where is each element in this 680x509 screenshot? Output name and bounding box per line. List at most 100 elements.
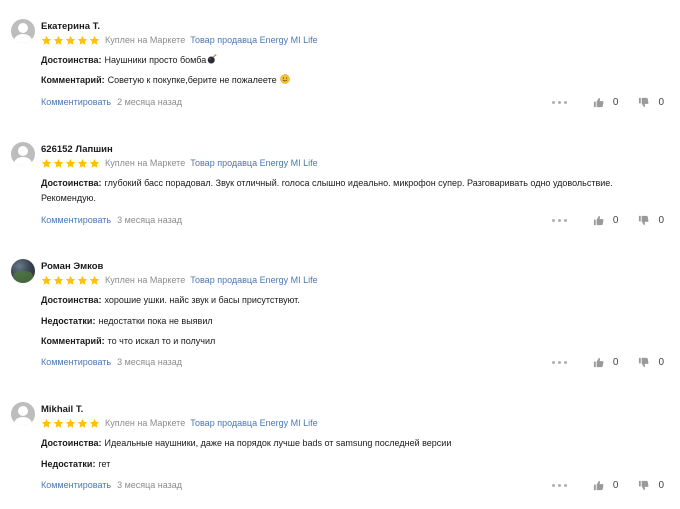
review-actions: Комментировать 3 месяца назад: [41, 479, 182, 491]
like-button[interactable]: 0: [593, 96, 619, 108]
vote-tools: 0 0: [551, 356, 664, 368]
bought-on-market-label: Куплен на Маркете: [105, 35, 186, 45]
bomb-emoji-icon: [207, 54, 217, 64]
comment-button[interactable]: Комментировать: [41, 97, 111, 107]
vote-tools: 0 0: [551, 214, 664, 226]
thumbs-up-icon: [593, 357, 604, 367]
pros-text: глубокий басс порадовал. Звук отличный. …: [41, 178, 613, 203]
cons-text: гет: [98, 459, 111, 469]
review-comment: Комментарий: Советую к покупке,берите не …: [41, 73, 641, 87]
review-pros: Достоинства: Идеальные наушники, даже на …: [41, 436, 641, 450]
review-comment: Комментарий: то что искал то и получил: [41, 334, 641, 348]
pros-text: Наушники просто бомба: [104, 55, 207, 65]
comment-button[interactable]: Комментировать: [41, 357, 111, 367]
star-icon: [89, 35, 100, 45]
review-date: 3 месяца назад: [117, 357, 183, 367]
star-icon: [77, 275, 88, 285]
review-actions: Комментировать 2 месяца назад: [41, 96, 182, 108]
thumbs-up-icon: [593, 97, 604, 107]
review-cons: Недостатки: гет: [41, 457, 641, 471]
star-icon: [53, 418, 64, 428]
pros-label: Достоинства:: [41, 55, 102, 65]
thumbs-down-icon: [639, 480, 649, 490]
like-button[interactable]: 0: [593, 480, 618, 491]
dislike-count: 0: [658, 479, 664, 491]
seller-link[interactable]: Товар продавца Energy MI Life: [190, 275, 317, 285]
avatar[interactable]: [11, 259, 35, 283]
dislike-button[interactable]: 0: [638, 215, 664, 226]
avatar[interactable]: [11, 142, 35, 166]
avatar[interactable]: [11, 402, 35, 426]
like-count: 0: [612, 96, 619, 108]
review-actions: Комментировать 3 месяца назад: [41, 214, 182, 226]
more-options-icon[interactable]: [551, 218, 567, 222]
review-actions: Комментировать 3 месяца назад: [41, 356, 182, 368]
thumbs-down-icon: [639, 215, 649, 225]
more-options-icon[interactable]: [551, 360, 567, 364]
star-icon: [53, 275, 64, 285]
pros-text: Идеальные наушники, даже на порядок лучш…: [104, 438, 452, 448]
like-count: 0: [612, 356, 619, 368]
review-card: Mikhail T. Куплен на Маркете Товар прода…: [0, 402, 680, 497]
bought-on-market-label: Куплен на Маркете: [105, 275, 186, 285]
comment-text: то что искал то и получил: [107, 336, 216, 346]
star-icon: [41, 35, 52, 45]
review-pros: Достоинства: хорошие ушки. найс звук и ба…: [41, 293, 641, 307]
seller-link[interactable]: Товар продавца Energy MI Life: [190, 158, 317, 168]
cons-label: Недостатки:: [41, 459, 96, 469]
review-author[interactable]: Екатерина Т.: [41, 21, 100, 32]
dislike-button[interactable]: 0: [638, 97, 664, 108]
cons-label: Недостатки:: [41, 316, 96, 326]
like-button[interactable]: 0: [593, 214, 619, 226]
review-meta: Куплен на Маркете Товар продавца Energy …: [41, 157, 318, 169]
cons-text: недостатки пока не выявил: [98, 316, 213, 326]
vote-tools: 0 0: [551, 479, 664, 491]
thumbs-up-icon: [593, 480, 604, 490]
avatar[interactable]: [11, 19, 35, 43]
rating-stars: [41, 418, 100, 429]
more-options-icon[interactable]: [551, 100, 567, 104]
thumbs-down-icon: [639, 357, 649, 367]
comment-label: Комментарий:: [41, 336, 105, 346]
review-date: 3 месяца назад: [117, 480, 183, 490]
bought-on-market-label: Куплен на Маркете: [105, 418, 186, 428]
review-cons: Недостатки: недостатки пока не выявил: [41, 314, 641, 328]
star-icon: [89, 275, 100, 285]
rating-stars: [41, 275, 100, 286]
more-options-icon[interactable]: [551, 483, 567, 487]
review-card: Екатерина Т. Куплен на Маркете Товар про…: [0, 19, 680, 114]
review-meta: Куплен на Маркете Товар продавца Energy …: [41, 274, 318, 286]
dislike-button[interactable]: 0: [638, 480, 664, 491]
review-date: 2 месяца назад: [117, 97, 183, 107]
star-icon: [89, 418, 100, 428]
like-button[interactable]: 0: [593, 356, 619, 368]
vote-tools: 0 0: [551, 96, 664, 108]
dislike-button[interactable]: 0: [638, 357, 664, 368]
review-author[interactable]: Mikhail T.: [41, 404, 83, 415]
star-icon: [41, 418, 52, 428]
review-author[interactable]: 626152 Лапшин: [41, 144, 113, 155]
review-author[interactable]: Роман Эмков: [41, 261, 103, 272]
thumbs-up-icon: [593, 215, 604, 225]
review-pros: Достоинства: Наушники просто бомба: [41, 53, 641, 67]
star-icon: [53, 158, 64, 168]
pros-text: хорошие ушки. найс звук и басы присутств…: [104, 295, 300, 305]
comment-button[interactable]: Комментировать: [41, 215, 111, 225]
seller-link[interactable]: Товар продавца Energy MI Life: [190, 418, 317, 428]
comment-label: Комментарий:: [41, 75, 105, 85]
smile-emoji-icon: [279, 74, 290, 84]
seller-link[interactable]: Товар продавца Energy MI Life: [190, 35, 317, 45]
star-icon: [77, 158, 88, 168]
star-icon: [89, 158, 100, 168]
star-icon: [65, 35, 76, 45]
thumbs-down-icon: [639, 97, 649, 107]
star-icon: [65, 418, 76, 428]
pros-label: Достоинства:: [41, 438, 102, 448]
bought-on-market-label: Куплен на Маркете: [105, 158, 186, 168]
star-icon: [41, 275, 52, 285]
review-meta: Куплен на Маркете Товар продавца Energy …: [41, 417, 318, 429]
star-icon: [65, 275, 76, 285]
like-count: 0: [612, 214, 619, 226]
star-icon: [65, 158, 76, 168]
comment-button[interactable]: Комментировать: [41, 480, 111, 490]
